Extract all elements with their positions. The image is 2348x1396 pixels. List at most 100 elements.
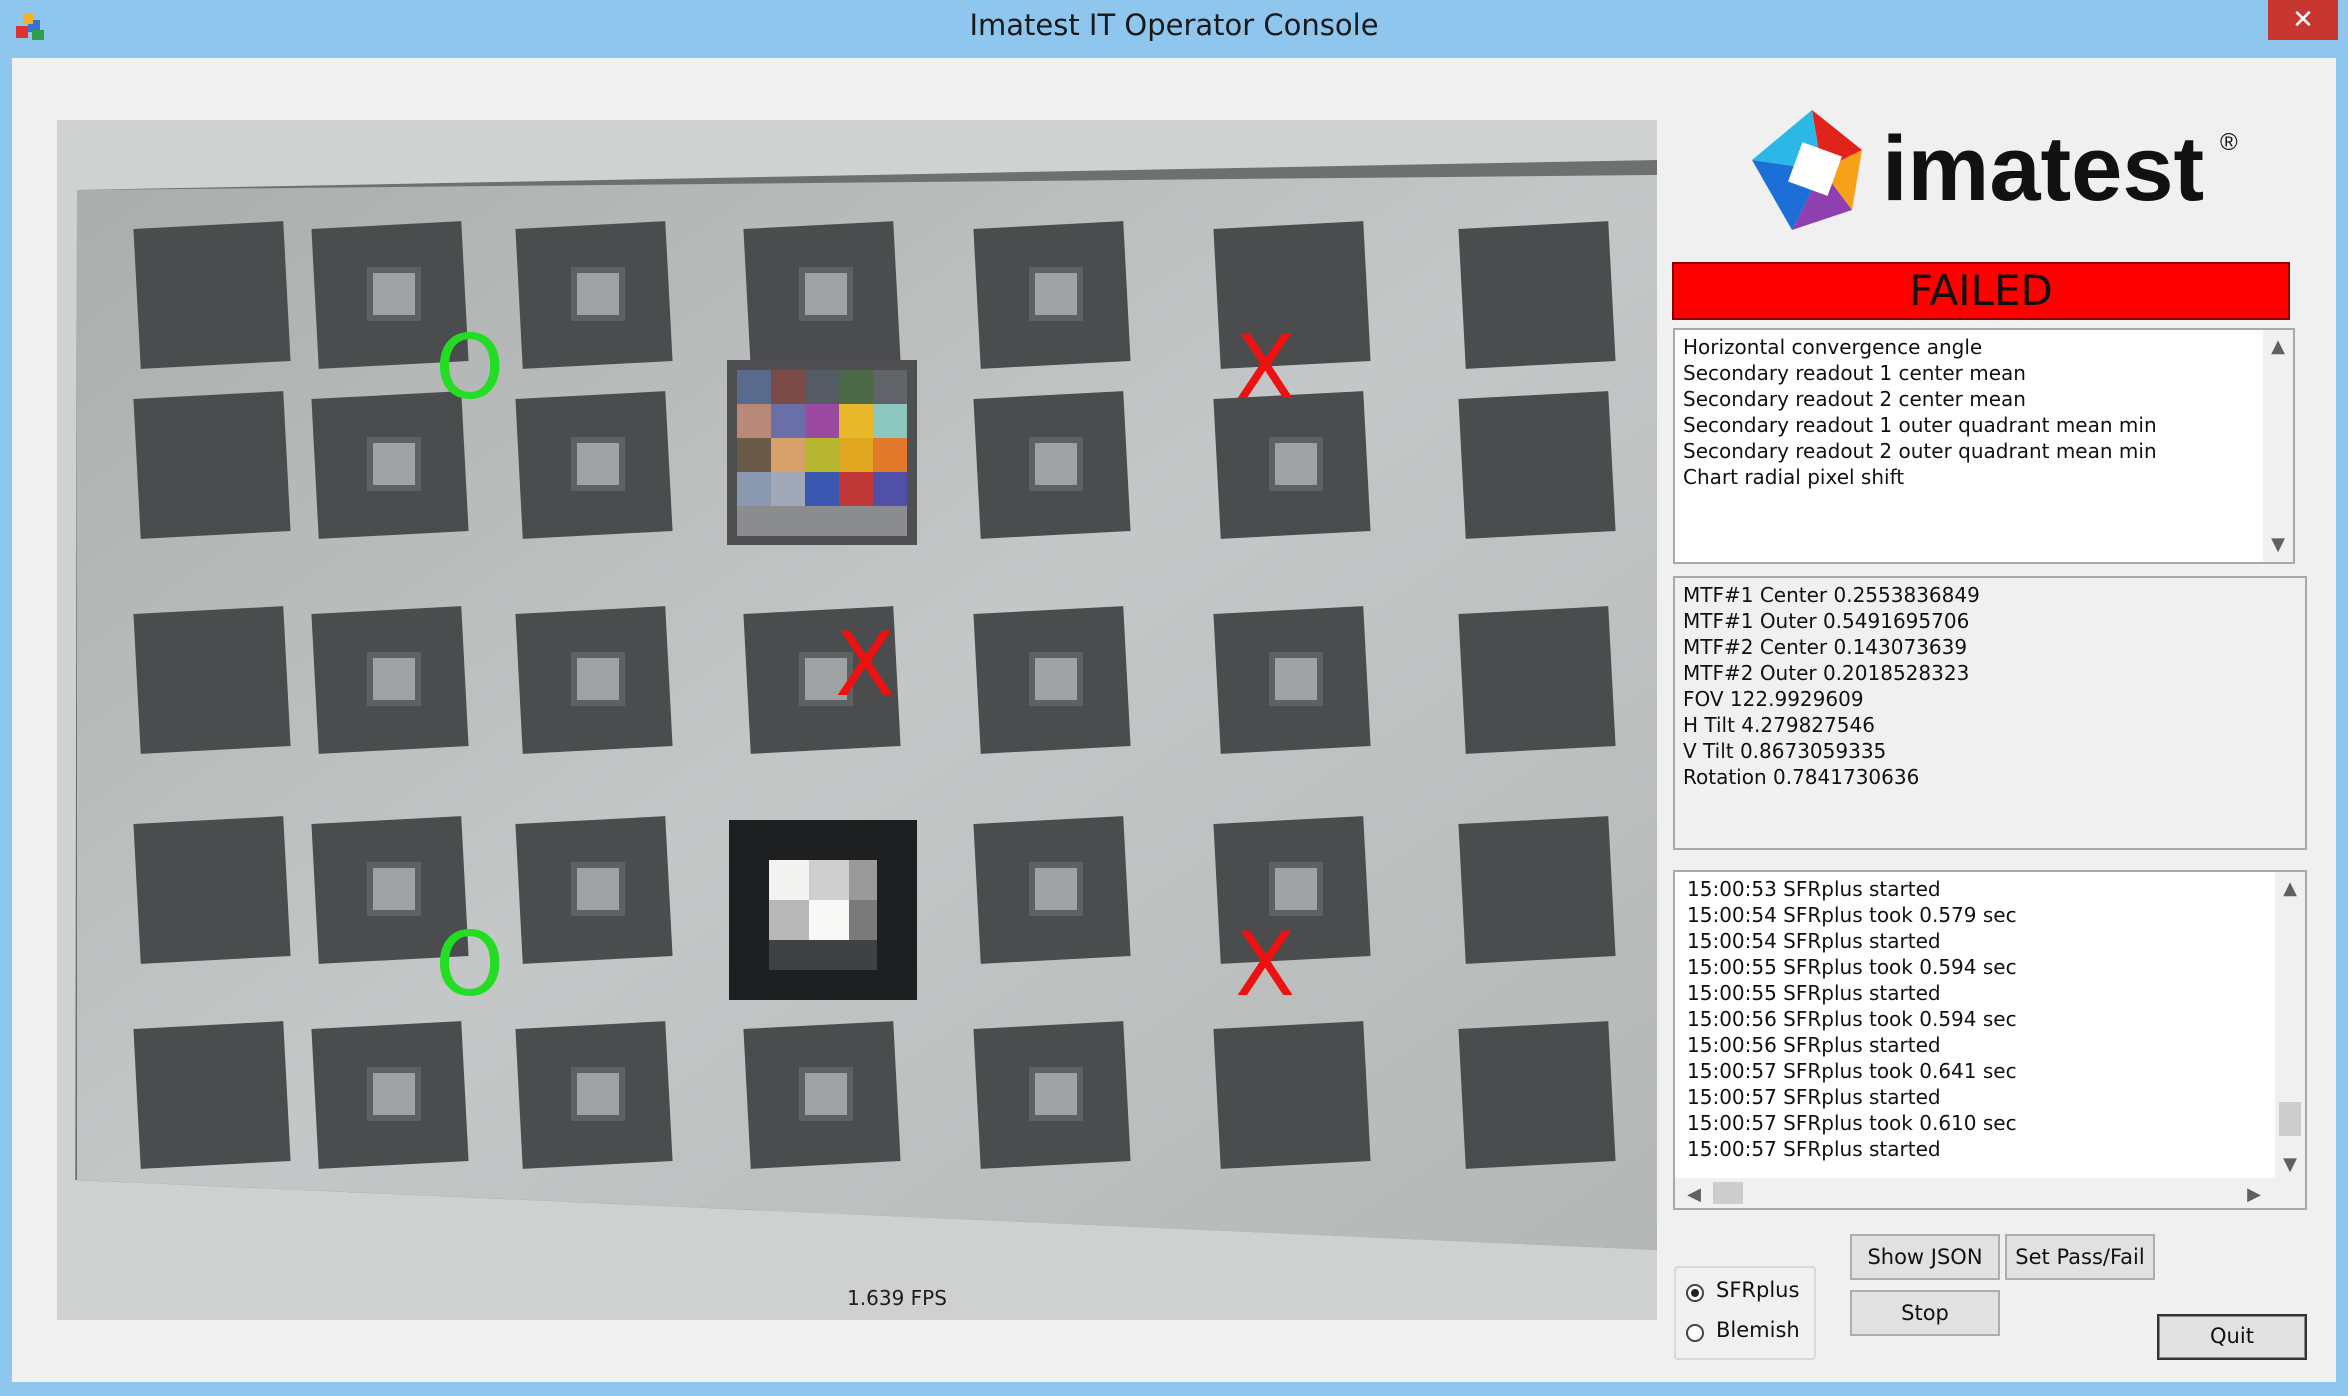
metric-item: MTF#1 Center 0.2553836849 <box>1683 583 1980 607</box>
camera-preview: O X X O X 1.639 FPS <box>57 120 1657 1320</box>
chevron-left-icon[interactable]: ◀ <box>1679 1182 1709 1208</box>
log-line: 15:00:57 SFRplus took 0.641 sec <box>1687 1059 2017 1083</box>
log-items: 15:00:53 SFRplus started 15:00:54 SFRplus… <box>1687 876 2293 1162</box>
failure-item: Secondary readout 2 outer quadrant mean … <box>1683 439 2157 463</box>
quit-button[interactable]: Quit <box>2157 1314 2307 1360</box>
log-line: 15:00:57 SFRplus started <box>1687 1137 1941 1161</box>
scroll-thumb[interactable] <box>2279 1102 2301 1136</box>
camera-image: O X X O X <box>57 120 1657 1320</box>
target-patch <box>1269 652 1323 706</box>
chart-square <box>133 816 291 964</box>
imatest-logo: imatest ® <box>1752 110 2238 230</box>
failure-item: Horizontal convergence angle <box>1683 335 1983 359</box>
show-json-button[interactable]: Show JSON <box>1850 1234 2000 1280</box>
chart-square <box>133 221 291 369</box>
chart-square <box>1458 816 1616 964</box>
metric-item: MTF#2 Outer 0.2018528323 <box>1683 661 1970 685</box>
metric-items: MTF#1 Center 0.2553836849 MTF#1 Outer 0.5… <box>1683 582 2297 790</box>
chevron-down-icon[interactable]: ▼ <box>2263 532 2293 558</box>
app-window: Imatest IT Operator Console ✕ O X X O X … <box>0 0 2348 1396</box>
target-patch <box>1029 437 1083 491</box>
chart-square <box>1458 391 1616 539</box>
failure-list-scrollbar[interactable]: ▲ ▼ <box>2263 330 2293 562</box>
registered-mark: ® <box>2220 129 2238 156</box>
radio-label-blemish: Blemish <box>1716 1318 1800 1342</box>
target-patch <box>571 862 625 916</box>
set-pass-fail-button[interactable]: Set Pass/Fail <box>2005 1234 2155 1280</box>
pass-marker: O <box>435 316 504 419</box>
target-patch <box>571 267 625 321</box>
target-patch <box>799 267 853 321</box>
log-line: 15:00:54 SFRplus started <box>1687 929 1941 953</box>
chevron-up-icon[interactable]: ▲ <box>2275 876 2305 902</box>
target-patch <box>1029 1067 1083 1121</box>
hscroll-thumb[interactable] <box>1713 1182 1743 1204</box>
chevron-down-icon[interactable]: ▼ <box>2275 1152 2305 1178</box>
target-patch <box>367 1067 421 1121</box>
stop-button[interactable]: Stop <box>1850 1290 2000 1336</box>
log-line: 15:00:54 SFRplus took 0.579 sec <box>1687 903 2017 927</box>
target-patch <box>571 437 625 491</box>
fail-marker: X <box>1235 316 1295 419</box>
target-patch <box>367 437 421 491</box>
chevron-right-icon[interactable]: ▶ <box>2239 1182 2269 1208</box>
metric-item: Rotation 0.7841730636 <box>1683 765 1920 789</box>
client-area: O X X O X 1.639 FPS imatest ® FAILED Horizon… <box>12 58 2336 1382</box>
logo-wordmark: imatest <box>1882 118 2204 220</box>
color-checker <box>727 360 917 545</box>
log-line: 15:00:55 SFRplus started <box>1687 981 1941 1005</box>
chart-square <box>133 391 291 539</box>
target-patch <box>367 862 421 916</box>
chart-square <box>133 1021 291 1169</box>
chart-square <box>133 606 291 754</box>
target-patch <box>571 1067 625 1121</box>
close-icon: ✕ <box>2292 5 2314 35</box>
radio-label-sfrplus: SFRplus <box>1716 1278 1800 1302</box>
metric-item: FOV 122.9929609 <box>1683 687 1864 711</box>
metric-item: MTF#2 Center 0.143073639 <box>1683 635 1968 659</box>
log-line: 15:00:56 SFRplus started <box>1687 1033 1941 1057</box>
radio-button-sfrplus[interactable] <box>1686 1284 1704 1302</box>
fail-marker: X <box>835 613 895 716</box>
log-horizontal-scrollbar[interactable]: ◀ ▶ <box>1675 1178 2305 1208</box>
metric-item: V Tilt 0.8673059335 <box>1683 739 1887 763</box>
fps-label: 1.639 FPS <box>847 1286 947 1310</box>
target-patch <box>1029 862 1083 916</box>
failure-items: Horizontal convergence angle Secondary re… <box>1683 334 2285 490</box>
log-vertical-scrollbar[interactable]: ▲ ▼ <box>2275 872 2305 1182</box>
target-patch <box>571 652 625 706</box>
target-patch <box>367 652 421 706</box>
failure-list[interactable]: Horizontal convergence angle Secondary re… <box>1673 328 2295 564</box>
target-patch <box>799 1067 853 1121</box>
log-line: 15:00:55 SFRplus took 0.594 sec <box>1687 955 2017 979</box>
log-panel[interactable]: 15:00:53 SFRplus started 15:00:54 SFRplus… <box>1673 870 2307 1210</box>
failure-item: Chart radial pixel shift <box>1683 465 1905 489</box>
log-line: 15:00:56 SFRplus took 0.594 sec <box>1687 1007 2017 1031</box>
chevron-up-icon[interactable]: ▲ <box>2263 334 2293 360</box>
close-button[interactable]: ✕ <box>2268 0 2338 40</box>
chart-square <box>1458 606 1616 754</box>
target-patch <box>1269 437 1323 491</box>
target-patch <box>367 267 421 321</box>
title-bar[interactable]: Imatest IT Operator Console ✕ <box>0 0 2348 58</box>
window-title: Imatest IT Operator Console <box>969 8 1379 42</box>
pass-marker: O <box>435 913 504 1016</box>
gray-checker <box>729 820 917 1000</box>
log-line: 15:00:57 SFRplus started <box>1687 1085 1941 1109</box>
status-banner: FAILED <box>1672 262 2290 320</box>
radio-button-blemish[interactable] <box>1686 1324 1704 1342</box>
metric-item: H Tilt 4.279827546 <box>1683 713 1875 737</box>
metrics-panel: MTF#1 Center 0.2553836849 MTF#1 Outer 0.5… <box>1673 576 2307 850</box>
metric-item: MTF#1 Outer 0.5491695706 <box>1683 609 1970 633</box>
chart-square <box>1213 1021 1371 1169</box>
failure-item: Secondary readout 1 center mean <box>1683 361 2026 385</box>
failure-item: Secondary readout 1 outer quadrant mean … <box>1683 413 2157 437</box>
target-patch <box>1029 652 1083 706</box>
target-patch <box>1269 862 1323 916</box>
chart-square <box>1458 1021 1616 1169</box>
fail-marker: X <box>1235 913 1295 1016</box>
mode-radio-group: SFRplus Blemish <box>1674 1266 1816 1360</box>
target-patch <box>1029 267 1083 321</box>
log-line: 15:00:53 SFRplus started <box>1687 877 1941 901</box>
chart-square <box>1458 221 1616 369</box>
